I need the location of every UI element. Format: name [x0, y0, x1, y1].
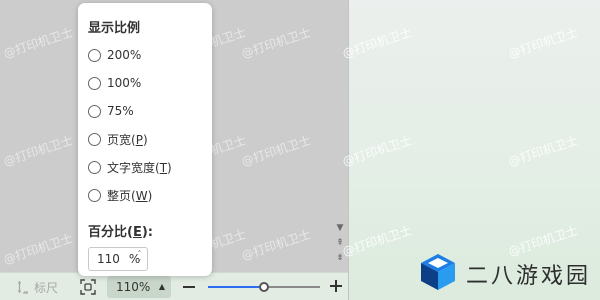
zoom-option-label: 整页(W) [107, 188, 153, 203]
zoom-slider[interactable] [208, 281, 320, 293]
zoom-option[interactable]: 页宽(P) [88, 131, 148, 147]
ruler-icon [16, 280, 30, 294]
zoom-option[interactable]: 100% [88, 75, 141, 91]
cube-logo-icon [418, 252, 458, 296]
zoom-slider-fill [208, 286, 264, 288]
fit-page-icon[interactable] [80, 279, 96, 295]
watermark: @打印机卫士 [340, 133, 414, 169]
watermark: @打印机卫士 [239, 133, 313, 169]
zoom-in-button[interactable] [330, 280, 342, 292]
previous-page-icon[interactable]: ⇞ [334, 237, 346, 249]
brand-name: 二八游戏园 [466, 264, 592, 289]
zoom-option[interactable]: 文字宽度(T) [88, 159, 172, 175]
watermark: @打印机卫士 [340, 25, 414, 61]
zoom-slider-thumb[interactable] [259, 282, 269, 292]
watermark: @打印机卫士 [1, 133, 75, 169]
watermark: @打印机卫士 [239, 227, 313, 263]
radio-icon[interactable] [88, 132, 101, 146]
radio-icon[interactable] [88, 188, 101, 202]
watermark: @打印机卫士 [340, 223, 414, 259]
watermark: @打印机卫士 [1, 25, 75, 61]
zoom-option-label: 75% [107, 104, 134, 118]
zoom-level-button[interactable]: 110% ▲ [107, 276, 171, 298]
status-bar: 标尺 110% ▲ [0, 272, 348, 300]
ruler-button[interactable]: 标尺 [16, 279, 58, 295]
scroll-down-arrow-icon[interactable]: ▼ [334, 222, 346, 234]
popup-title: 显示比例 [88, 21, 141, 36]
zoom-option-label: 200% [107, 48, 142, 62]
zoom-out-button[interactable] [183, 286, 195, 288]
watermark: @打印机卫士 [506, 25, 580, 61]
zoom-option-label: 页宽(P) [107, 132, 148, 147]
percent-value: 110 [97, 252, 120, 266]
zoom-level-value: 110% [116, 280, 151, 294]
watermark: @打印机卫士 [239, 25, 313, 61]
zoom-popup: 显示比例 200% 100% 75% 页宽(P) 文字宽度(T) 整页(W) 百分比(E)… [78, 3, 212, 276]
zoom-option-label: 100% [107, 76, 142, 90]
next-page-icon[interactable]: ⇟ [334, 252, 346, 264]
zoom-option[interactable]: 200% [88, 47, 141, 63]
caret-up-icon: ▲ [158, 282, 165, 291]
brand-logo: 二八游戏园 [418, 254, 591, 294]
zoom-option[interactable]: 75% [88, 103, 134, 119]
watermark: @打印机卫士 [1, 231, 75, 267]
ruler-label: 标尺 [34, 280, 59, 295]
percent-input[interactable]: 110 % ˄ ˅ [88, 247, 148, 271]
zoom-option[interactable]: 整页(W) [88, 187, 152, 203]
radio-icon[interactable] [88, 104, 101, 118]
percent-label: 百分比(E): [88, 225, 153, 240]
radio-icon[interactable] [88, 160, 101, 174]
zoom-option-label: 文字宽度(T) [107, 160, 172, 175]
watermark: @打印机卫士 [506, 133, 580, 169]
radio-icon[interactable] [88, 76, 101, 90]
spinner-icon[interactable]: ˄ ˅ [135, 250, 144, 268]
radio-icon[interactable] [88, 48, 101, 62]
